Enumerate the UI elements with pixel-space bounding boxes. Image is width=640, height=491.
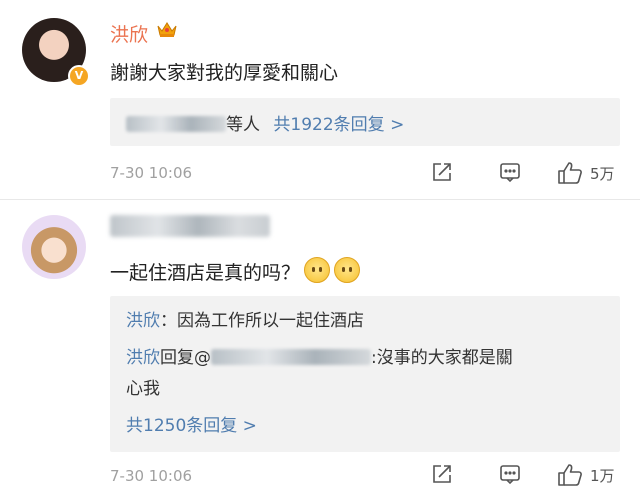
share-icon [433,465,451,483]
comment-icon [500,465,520,485]
comment-timestamp: 7-30 10:06 [110,467,193,485]
comment-actions: 1万 [420,462,640,488]
like-icon [558,464,582,486]
reply-box: 洪欣：因為工作所以一起住酒店 洪欣回复@ :沒事的大家都是關 心我 共1250条回… [110,296,620,452]
avatar[interactable] [22,215,86,279]
reply-author[interactable]: 洪欣 [126,311,160,331]
share-button[interactable] [430,462,454,488]
reply-author[interactable]: 洪欣 [126,348,160,368]
like-button[interactable] [557,160,583,186]
reply-text-continued: 心我 [126,379,160,399]
reply-summary-box[interactable]: 等人 共1922条回复 > [110,98,620,146]
comment-text: 謝謝大家對我的厚愛和關心 [110,62,339,84]
comment-button[interactable] [498,160,522,186]
blurred-username [110,215,270,237]
comment-actions: 5万 [420,160,640,186]
comment-button[interactable] [498,462,522,488]
comment-text-body: 一起住酒店是真的吗？ [110,262,301,284]
comment-timestamp: 7-30 10:06 [110,164,193,182]
reply-item[interactable]: 洪欣：因為工作所以一起住酒店 [126,306,364,331]
verified-badge-icon: V [68,65,90,87]
share-icon [433,163,451,181]
comment-item: 一起住酒店是真的吗？ 洪欣：因為工作所以一起住酒店 洪欣回复@ :沒事的大家都是關… [0,201,640,491]
comment-divider [0,199,640,200]
like-count: 1万 [590,467,615,485]
reply-text: ：因為工作所以一起住酒店 [160,311,364,331]
share-button[interactable] [430,160,454,186]
comment-icon [500,163,520,183]
emoji-face-icon [304,257,331,283]
view-replies-link[interactable]: 共1922条回复 > [273,115,404,135]
emoji-face-icon [334,257,361,283]
reply-summary: 等人 共1922条回复 > [126,110,404,135]
reply-summary-suffix: 等人 [226,115,260,135]
comment-text: 一起住酒店是真的吗？ [110,257,361,285]
reply-word: 回复@ [160,348,211,368]
reply-text: :沒事的大家都是關 [371,348,513,368]
blurred-username [126,116,226,132]
blurred-mention[interactable] [211,349,371,365]
like-count: 5万 [590,165,615,183]
comment-username[interactable]: 洪欣 [110,20,148,47]
like-icon [558,162,582,184]
like-button[interactable] [557,462,583,488]
comment-item: V 洪欣 謝謝大家對我的厚愛和關心 等人 共1922条回复 > 7-30 10:… [0,0,640,200]
crown-icon [157,22,177,37]
reply-item[interactable]: 洪欣回复@ :沒事的大家都是關 [126,343,513,368]
view-replies-link[interactable]: 共1250条回复 > [126,411,257,436]
